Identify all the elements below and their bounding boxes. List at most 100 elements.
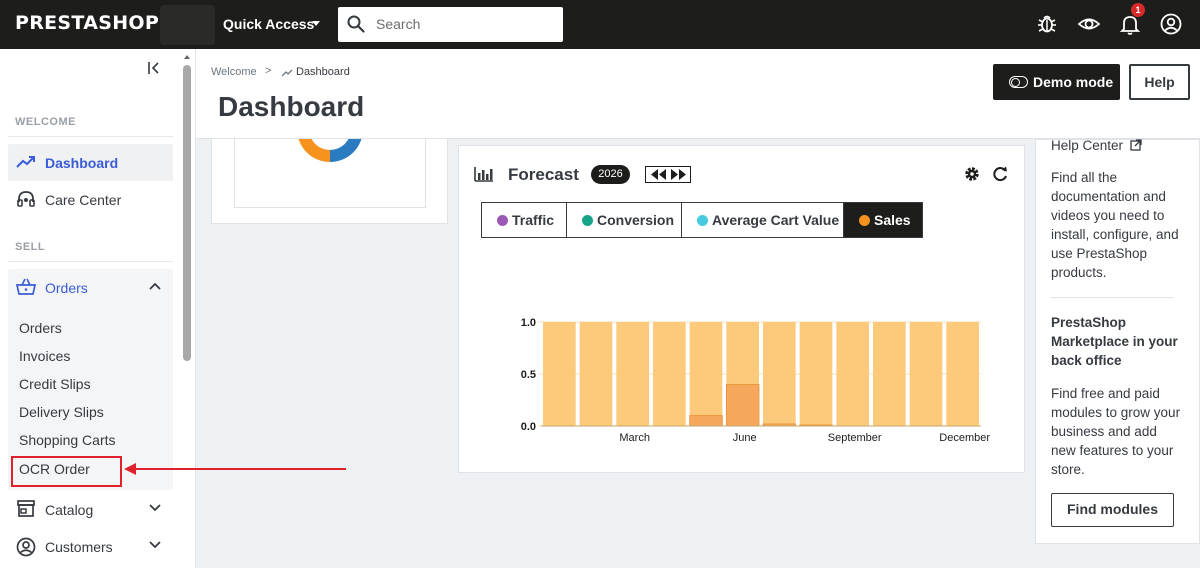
chart-bar-january[interactable]: [543, 322, 576, 426]
y-tick-label: 0.0: [521, 421, 536, 433]
search-input[interactable]: [376, 14, 556, 34]
average-cart-value-dot: [697, 215, 708, 226]
section-label-welcome: WELCOME: [15, 116, 76, 128]
page-header: Welcome > Dashboard Dashboard Demo mode …: [196, 49, 1200, 139]
previous-year-icon[interactable]: [649, 169, 667, 180]
traffic-dot: [497, 215, 508, 226]
prestashop-logo[interactable]: PRESTASHOP: [15, 12, 159, 34]
sidebar-item-label: Customers: [45, 539, 113, 555]
help-button[interactable]: Help: [1129, 64, 1190, 100]
conversion-dot: [582, 215, 593, 226]
quick-access-menu[interactable]: Quick Access: [223, 16, 314, 32]
chart-bar-december[interactable]: [946, 322, 979, 426]
forecast-tabs: Traffic Conversion Average Cart Value Sa…: [481, 202, 923, 238]
x-tick-label: September: [828, 432, 882, 444]
tab-conversion[interactable]: Conversion: [567, 203, 682, 237]
sidebar-item-catalog[interactable]: Catalog: [8, 491, 173, 528]
gear-icon[interactable]: [963, 165, 981, 183]
demo-mode-button[interactable]: Demo mode: [993, 64, 1120, 100]
caret-down-icon[interactable]: [312, 21, 320, 26]
chevron-up-icon[interactable]: [148, 281, 162, 291]
annotation-arrowhead: [124, 463, 136, 475]
eye-icon[interactable]: [1077, 12, 1101, 36]
basket-icon: [16, 278, 36, 295]
trending-up-icon: [282, 69, 293, 77]
demo-mode-label: Demo mode: [1033, 74, 1114, 90]
help-panel: Help Center Find all the documentation a…: [1035, 138, 1200, 544]
help-center-label: Help Center: [1051, 138, 1124, 153]
notification-badge: 1: [1131, 3, 1145, 17]
search-box[interactable]: [338, 7, 563, 42]
breadcrumb-welcome[interactable]: Welcome: [211, 66, 257, 78]
chevron-down-icon[interactable]: [148, 503, 162, 513]
tab-traffic[interactable]: Traffic: [482, 203, 567, 237]
submenu-item-credit-slips[interactable]: Credit Slips: [19, 376, 91, 392]
chart-bar-june[interactable]: [725, 384, 760, 427]
submenu-item-delivery-slips[interactable]: Delivery Slips: [19, 404, 104, 420]
store-icon: [17, 500, 35, 517]
tab-label: Traffic: [512, 212, 555, 228]
tab-sales[interactable]: Sales: [844, 203, 922, 237]
sidebar-item-customers[interactable]: Customers: [8, 528, 173, 565]
chevron-down-icon[interactable]: [148, 540, 162, 550]
external-link-icon: [1130, 139, 1142, 151]
sidebar-item-label: Catalog: [45, 502, 94, 518]
annotation-arrow: [134, 468, 346, 470]
sidebar-item-dashboard[interactable]: Dashboard: [8, 144, 173, 181]
chart-bar-october[interactable]: [873, 322, 906, 426]
shop-name-blurred: [160, 5, 215, 45]
sidebar-item-label: Orders: [45, 280, 88, 296]
chart-bar-april[interactable]: [653, 322, 686, 426]
y-tick-label: 0.5: [521, 369, 536, 381]
year-navigation: [645, 166, 691, 183]
sidebar-item-orders[interactable]: Orders: [8, 269, 173, 306]
collapse-sidebar-icon[interactable]: [146, 60, 162, 76]
marketplace-title: PrestaShop Marketplace in your back offi…: [1051, 315, 1178, 368]
bar-chart-icon: [474, 167, 493, 182]
chart-bar-february[interactable]: [579, 322, 613, 426]
scroll-up-arrow[interactable]: [184, 55, 190, 59]
chart-bar-may[interactable]: [689, 415, 723, 427]
sales-dot: [859, 215, 870, 226]
marketplace-description: Find free and paid modules to grow your …: [1051, 386, 1181, 477]
sidebar-scrollbar[interactable]: [183, 65, 191, 361]
sidebar-item-label: Dashboard: [45, 155, 119, 171]
chart-bar-september[interactable]: [836, 322, 869, 426]
submenu-item-orders[interactable]: Orders: [19, 320, 62, 336]
divider: [1051, 297, 1174, 298]
breadcrumb-separator: >: [265, 65, 272, 77]
y-tick-label: 1.0: [521, 317, 536, 329]
top-bar: PRESTASHOP Quick Access 1: [0, 0, 1200, 49]
help-description: Find all the documentation and videos yo…: [1051, 170, 1179, 280]
trending-up-icon: [16, 156, 35, 168]
sales-forecast-chart: 1.0 0.5 0.0 March June September December: [521, 317, 991, 444]
toggle-icon: [1009, 76, 1028, 88]
forecast-title: Forecast: [508, 165, 579, 184]
find-modules-button[interactable]: Find modules: [1051, 493, 1174, 527]
tab-average-cart-value[interactable]: Average Cart Value: [682, 203, 844, 237]
chart-bar-march[interactable]: [616, 322, 649, 426]
bug-icon[interactable]: [1035, 12, 1059, 36]
highlight-annotation-box: [11, 456, 122, 487]
x-tick-label: December: [939, 432, 990, 444]
year-badge: 2026: [591, 165, 630, 184]
submenu-item-invoices[interactable]: Invoices: [19, 348, 70, 364]
chart-bar-july[interactable]: [763, 322, 796, 426]
next-year-icon[interactable]: [670, 169, 688, 180]
x-tick-label: March: [619, 432, 650, 444]
x-tick-label: June: [733, 432, 757, 444]
divider: [8, 261, 173, 262]
sidebar-item-care-center[interactable]: Care Center: [8, 181, 173, 218]
tab-label: Conversion: [597, 212, 675, 228]
refresh-icon[interactable]: [991, 165, 1009, 183]
chart-bar-august[interactable]: [799, 322, 833, 426]
submenu-item-shopping-carts[interactable]: Shopping Carts: [19, 432, 116, 448]
forecast-panel: Forecast 2026 Traffic Conversion Average…: [458, 145, 1025, 473]
chart-bar-november[interactable]: [909, 322, 943, 426]
account-circle-icon: [16, 537, 36, 557]
headset-icon: [17, 191, 35, 207]
search-icon[interactable]: [347, 15, 365, 33]
account-icon[interactable]: [1159, 12, 1183, 36]
divider: [8, 136, 173, 137]
chart-bar-may[interactable]: [689, 322, 723, 426]
